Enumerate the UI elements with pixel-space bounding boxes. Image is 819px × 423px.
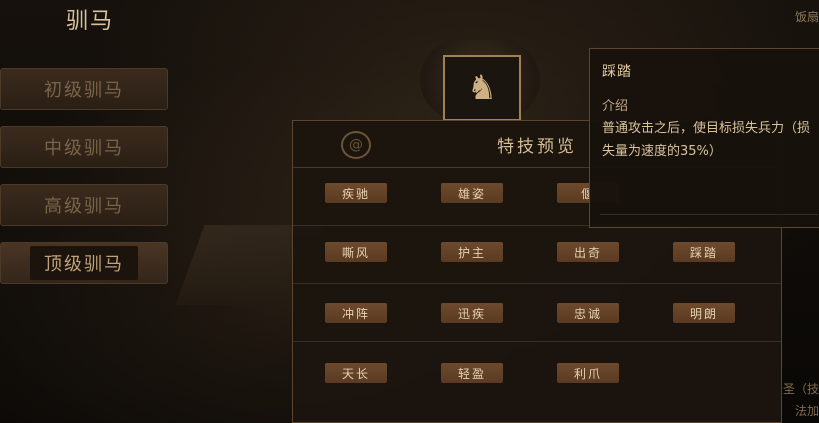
skill-tag[interactable]: 明朗 — [673, 303, 735, 323]
tooltip-divider — [600, 214, 818, 215]
tooltip-skill-name: 踩踏 — [602, 64, 632, 80]
skill-tag[interactable]: 雄姿 — [441, 183, 503, 203]
skill-row: 天长 轻盈 利爪 — [293, 341, 781, 399]
skill-tooltip: 踩踏 介绍 普通攻击之后，使目标损失兵力（损失量为速度的35%） — [589, 48, 819, 228]
skill-tag[interactable]: 疾驰 — [325, 183, 387, 203]
sidebar-item-label: 中级驯马 — [44, 138, 124, 159]
sidebar: 初级驯马 中级驯马 高级驯马 顶级驯马 — [0, 68, 170, 300]
tooltip-description: 普通攻击之后，使目标损失兵力（损失量为速度的35%） — [602, 121, 811, 159]
sidebar-item-label: 顶级驯马 — [30, 246, 138, 280]
tooltip-section-label: 介绍 — [602, 99, 629, 114]
page-title: 驯马 — [65, 9, 114, 34]
skill-tag[interactable]: 踩踏 — [673, 242, 735, 262]
title-bar: 驯马 — [0, 0, 180, 38]
skill-tag[interactable]: 嘶风 — [325, 242, 387, 262]
skill-row: 嘶风 护主 出奇 踩踏 — [293, 225, 781, 284]
skill-tag[interactable]: 冲阵 — [325, 303, 387, 323]
sidebar-item-top[interactable]: 顶级驯马 — [0, 242, 168, 284]
top-right-label: 饭扇 — [794, 10, 819, 24]
skill-tag[interactable]: 利爪 — [557, 363, 619, 383]
skill-tag[interactable]: 出奇 — [557, 242, 619, 262]
skill-tag[interactable]: 轻盈 — [441, 363, 503, 383]
skill-tag[interactable]: 迅疾 — [441, 303, 503, 323]
swirl-icon: @ — [341, 131, 371, 159]
sidebar-item-advanced[interactable]: 高级驯马 — [0, 184, 168, 226]
horse-icon[interactable]: ♞ — [443, 55, 521, 121]
skill-tag[interactable]: 护主 — [441, 242, 503, 262]
sidebar-item-label: 高级驯马 — [44, 196, 124, 217]
sidebar-item-label: 初级驯马 — [44, 80, 124, 101]
sidebar-item-intermediate[interactable]: 中级驯马 — [0, 126, 168, 168]
right-edge-text: 圣（技 法加 — [783, 378, 819, 422]
skill-tag[interactable]: 天长 — [325, 363, 387, 383]
skill-tag[interactable]: 忠诚 — [557, 303, 619, 323]
right-edge-line: 法加 — [794, 404, 819, 418]
sidebar-item-beginner[interactable]: 初级驯马 — [0, 68, 168, 110]
skill-row: 冲阵 迅疾 忠诚 明朗 — [293, 283, 781, 342]
panel-title: 特技预览 — [497, 136, 577, 157]
right-edge-line: 圣（技 — [782, 382, 819, 396]
